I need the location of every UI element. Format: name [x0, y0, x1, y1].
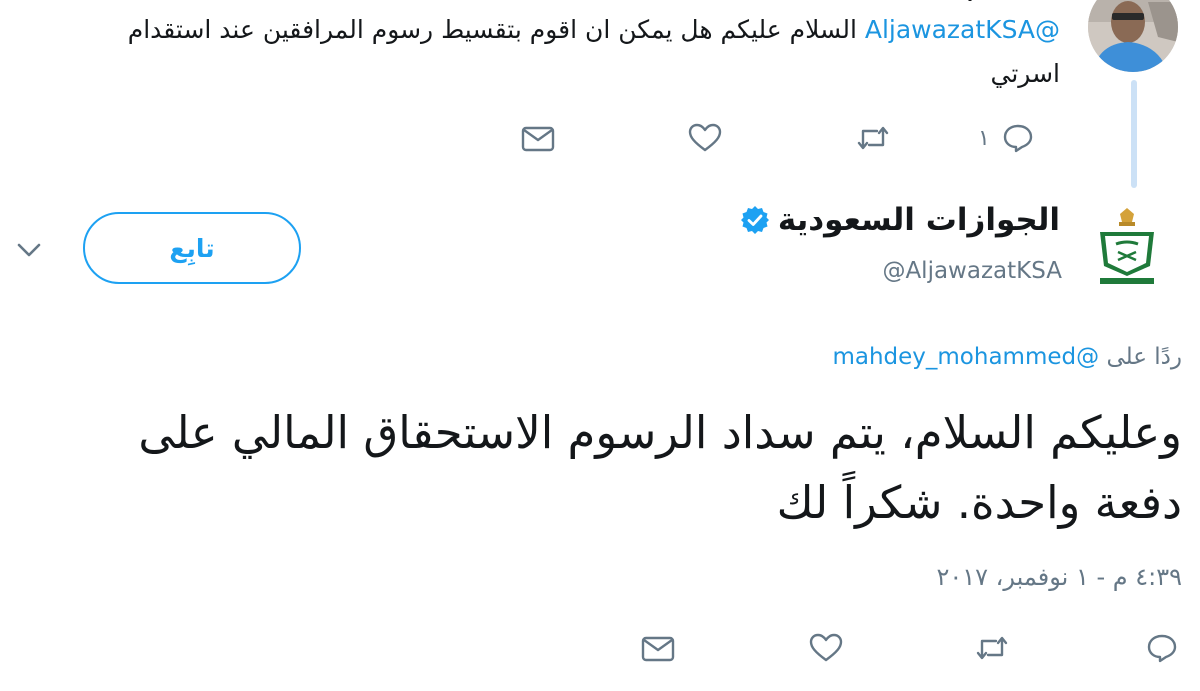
parent-like-button[interactable]	[688, 123, 722, 153]
parent-tweet-text: @AljawazatKSA السلام عليكم هل يمكن ان اق…	[80, 8, 1060, 96]
like-button[interactable]	[809, 633, 843, 663]
replying-to-line: ردًا على @mahdey_mohammed	[832, 344, 1182, 370]
heart-icon	[688, 123, 722, 152]
tweet-detail-page: @AljawazatKSA السلام عليكم هل يمكن ان اق…	[0, 0, 1200, 691]
author-avatar[interactable]	[1092, 200, 1162, 290]
parent-mention-link[interactable]: @AljawazatKSA	[865, 15, 1060, 44]
author-display-name[interactable]: الجوازات السعودية	[740, 202, 1060, 238]
parent-reply-button[interactable]: ١	[978, 123, 1034, 153]
retweet-button[interactable]	[974, 633, 1010, 663]
cutoff-text-fragment	[930, 0, 1050, 2]
thread-connector-line	[1131, 80, 1137, 188]
reply-button[interactable]	[1146, 633, 1178, 663]
author-handle[interactable]: @AljawazatKSA	[882, 258, 1062, 284]
reply-icon	[1003, 124, 1033, 153]
tweet-text: وعليكم السلام، يتم سداد الرسوم الاستحقاق…	[138, 406, 1182, 529]
retweet-icon	[976, 636, 1008, 660]
envelope-icon	[521, 126, 555, 152]
parent-reply-count: ١	[978, 125, 990, 151]
user-avatar[interactable]	[1088, 0, 1178, 72]
retweet-icon	[857, 126, 889, 150]
replying-to-label: ردًا على	[1106, 344, 1182, 370]
reply-icon	[1147, 634, 1177, 663]
envelope-icon	[641, 636, 675, 662]
verified-badge-icon	[740, 206, 769, 234]
tweet-timestamp[interactable]: ٤:٣٩ م - ١ نوفمبر، ٢٠١٧	[936, 563, 1182, 591]
message-button[interactable]	[641, 635, 675, 663]
parent-message-button[interactable]	[521, 125, 555, 153]
replying-to-mention[interactable]: @mahdey_mohammed	[832, 344, 1099, 370]
chevron-down-icon[interactable]	[16, 240, 42, 264]
follow-button[interactable]: تابِع	[83, 212, 301, 284]
heart-icon	[809, 633, 843, 662]
author-name-text: الجوازات السعودية	[777, 202, 1060, 238]
parent-retweet-button[interactable]	[855, 123, 891, 153]
